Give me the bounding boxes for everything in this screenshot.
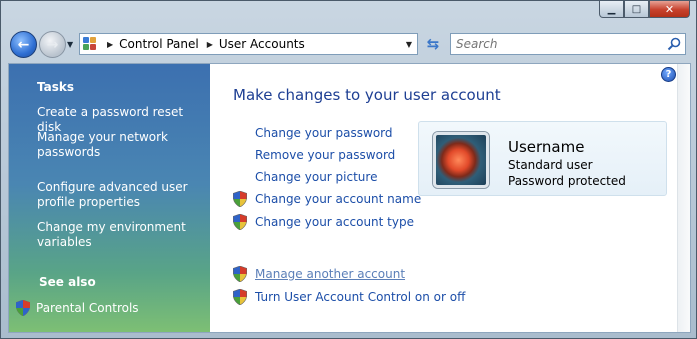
back-arrow-icon: ← — [17, 36, 30, 53]
user-account-card: Username Standard user Password protecte… — [418, 121, 667, 196]
link-change-picture[interactable]: Change your picture — [255, 170, 377, 184]
link-toggle-uac[interactable]: Turn User Account Control on or off — [255, 290, 465, 304]
back-button[interactable]: ← — [10, 31, 37, 58]
breadcrumb-separator-icon[interactable]: ▶ — [107, 40, 113, 49]
minimize-button[interactable]: ▁ — [599, 1, 624, 18]
link-manage-another-account[interactable]: Manage another account — [255, 267, 405, 281]
user-password-status: Password protected — [508, 174, 626, 188]
search-icon[interactable] — [667, 37, 681, 51]
address-dropdown-button[interactable]: ▼ — [401, 34, 417, 54]
breadcrumb-user-accounts[interactable]: User Accounts — [219, 37, 305, 51]
help-button[interactable]: ? — [661, 67, 676, 82]
link-change-account-type[interactable]: Change your account type — [255, 215, 414, 229]
link-change-password[interactable]: Change your password — [255, 126, 393, 140]
search-input[interactable] — [456, 37, 656, 51]
forward-arrow-icon: → — [46, 36, 59, 53]
link-remove-password[interactable]: Remove your password — [255, 148, 395, 162]
task-manage-network-passwords[interactable]: Manage your network passwords — [37, 130, 205, 160]
navigation-bar: ← → ▼ ▶ Control Panel ▶ User Accounts ▼ … — [1, 28, 696, 62]
parental-controls-label: Parental Controls — [36, 301, 139, 315]
vertical-scrollbar[interactable] — [677, 64, 690, 332]
page-title: Make changes to your user account — [233, 86, 501, 104]
address-bar[interactable]: ▶ Control Panel ▶ User Accounts ▼ — [79, 33, 418, 55]
content-area: Tasks Create a password reset disk Manag… — [8, 63, 691, 333]
maximize-button[interactable]: □ — [624, 1, 649, 18]
close-button[interactable]: ✕ — [649, 1, 690, 18]
user-account-type: Standard user — [508, 158, 593, 172]
refresh-button[interactable]: ⇆ — [421, 34, 445, 54]
uac-shield-icon — [233, 266, 247, 282]
uac-shield-icon — [233, 289, 247, 305]
uac-shield-icon — [233, 214, 247, 230]
caption-buttons: ▁ □ ✕ — [599, 1, 690, 18]
see-also-heading: See also — [39, 275, 96, 289]
control-panel-icon — [83, 37, 99, 51]
uac-shield-icon — [233, 191, 247, 207]
task-configure-profile-properties[interactable]: Configure advanced user profile properti… — [37, 180, 205, 210]
tasks-heading: Tasks — [37, 80, 75, 94]
breadcrumb-control-panel[interactable]: Control Panel — [119, 37, 199, 51]
breadcrumb-separator-icon[interactable]: ▶ — [207, 40, 213, 49]
user-accounts-window: ▁ □ ✕ ← → ▼ ▶ Control Panel ▶ User Accou… — [0, 0, 697, 339]
parental-controls-link[interactable]: Parental Controls — [16, 300, 139, 316]
user-name: Username — [508, 138, 585, 156]
refresh-icon: ⇆ — [426, 35, 440, 53]
search-box[interactable] — [450, 33, 686, 55]
task-change-environment-variables[interactable]: Change my environment variables — [37, 220, 205, 250]
uac-shield-icon — [16, 300, 30, 316]
link-change-account-name[interactable]: Change your account name — [255, 192, 421, 206]
tasks-pane: Tasks Create a password reset disk Manag… — [9, 64, 210, 332]
recent-pages-dropdown[interactable]: ▼ — [67, 40, 73, 49]
avatar — [433, 132, 489, 188]
forward-button[interactable]: → — [39, 31, 66, 58]
